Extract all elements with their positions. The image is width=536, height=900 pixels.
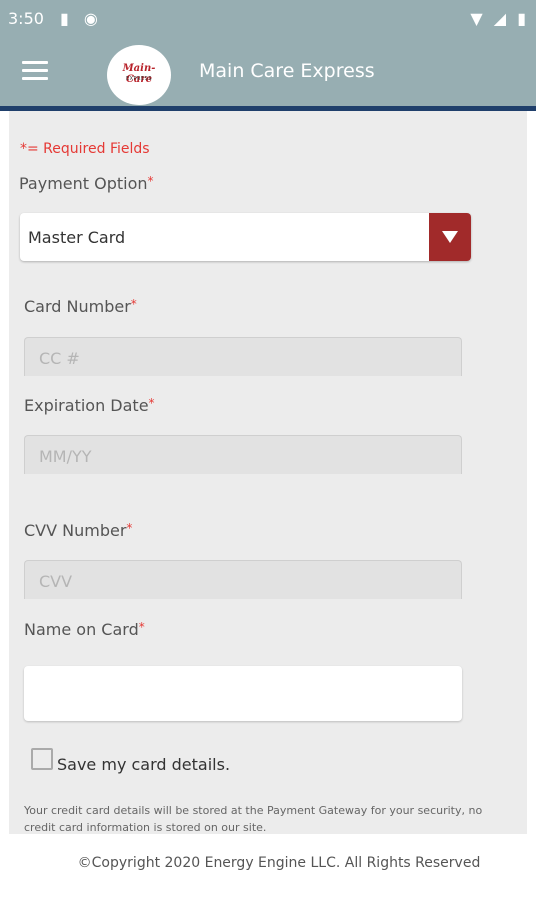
footer-copyright: ©Copyright 2020 Energy Engine LLC. All R… xyxy=(77,855,481,871)
payment-option-label-text: Payment Option xyxy=(19,174,148,193)
required-star: * xyxy=(126,521,133,535)
battery-icon: ▮ xyxy=(517,9,526,28)
required-star: * xyxy=(148,396,155,410)
logo-sub-text: EXPRESS xyxy=(125,76,153,82)
required-star: * xyxy=(147,174,154,188)
save-card-label[interactable]: Save my card details. xyxy=(57,755,230,774)
payment-form: *= Required Fields Payment Option* Maste… xyxy=(9,111,527,834)
expiration-date-label: Expiration Date* xyxy=(24,396,155,415)
status-bar: 3:50 ▮ ◉ ▼ ◢ ▮ xyxy=(0,0,536,36)
expiration-date-field[interactable]: MM/YY xyxy=(24,435,462,474)
expiration-date-label-text: Expiration Date xyxy=(24,396,149,415)
cvv-placeholder: CVV xyxy=(39,572,73,591)
status-left-icons: ▮ ◉ xyxy=(60,9,108,28)
expiration-date-placeholder: MM/YY xyxy=(39,447,92,466)
app-title: Main Care Express xyxy=(199,60,375,82)
sd-card-icon: ▮ xyxy=(60,9,69,28)
payment-option-label: Payment Option* xyxy=(19,174,154,193)
name-on-card-label: Name on Card* xyxy=(24,620,145,639)
storage-note: Your credit card details will be stored … xyxy=(24,804,483,834)
status-right-icons: ▼ ◢ ▮ xyxy=(464,9,526,28)
name-on-card-input[interactable] xyxy=(24,666,462,721)
card-number-label-text: Card Number xyxy=(24,297,131,316)
card-number-field[interactable]: CC # xyxy=(24,337,462,376)
sync-icon: ◉ xyxy=(83,9,98,28)
card-number-label: Card Number* xyxy=(24,297,137,316)
required-star: * xyxy=(138,620,145,634)
name-on-card-label-text: Name on Card xyxy=(24,620,139,639)
card-number-placeholder: CC # xyxy=(39,349,80,368)
required-fields-note: *= Required Fields xyxy=(20,141,150,157)
cvv-number-label-text: CVV Number xyxy=(24,521,127,540)
required-star: * xyxy=(130,297,137,311)
cvv-field[interactable]: CVV xyxy=(24,560,462,599)
chevron-down-icon[interactable] xyxy=(429,213,471,261)
status-time: 3:50 xyxy=(8,9,44,28)
menu-icon[interactable] xyxy=(22,61,48,81)
signal-icon: ◢ xyxy=(493,9,507,28)
app-logo: Main-Care EXPRESS xyxy=(107,45,171,105)
wifi-icon: ▼ xyxy=(470,9,483,28)
payment-option-select[interactable]: Master Card xyxy=(20,213,471,261)
payment-option-value: Master Card xyxy=(28,228,126,247)
save-card-checkbox[interactable] xyxy=(31,748,53,770)
cvv-number-label: CVV Number* xyxy=(24,521,132,540)
app-bar: Main-Care EXPRESS Main Care Express xyxy=(0,36,536,108)
